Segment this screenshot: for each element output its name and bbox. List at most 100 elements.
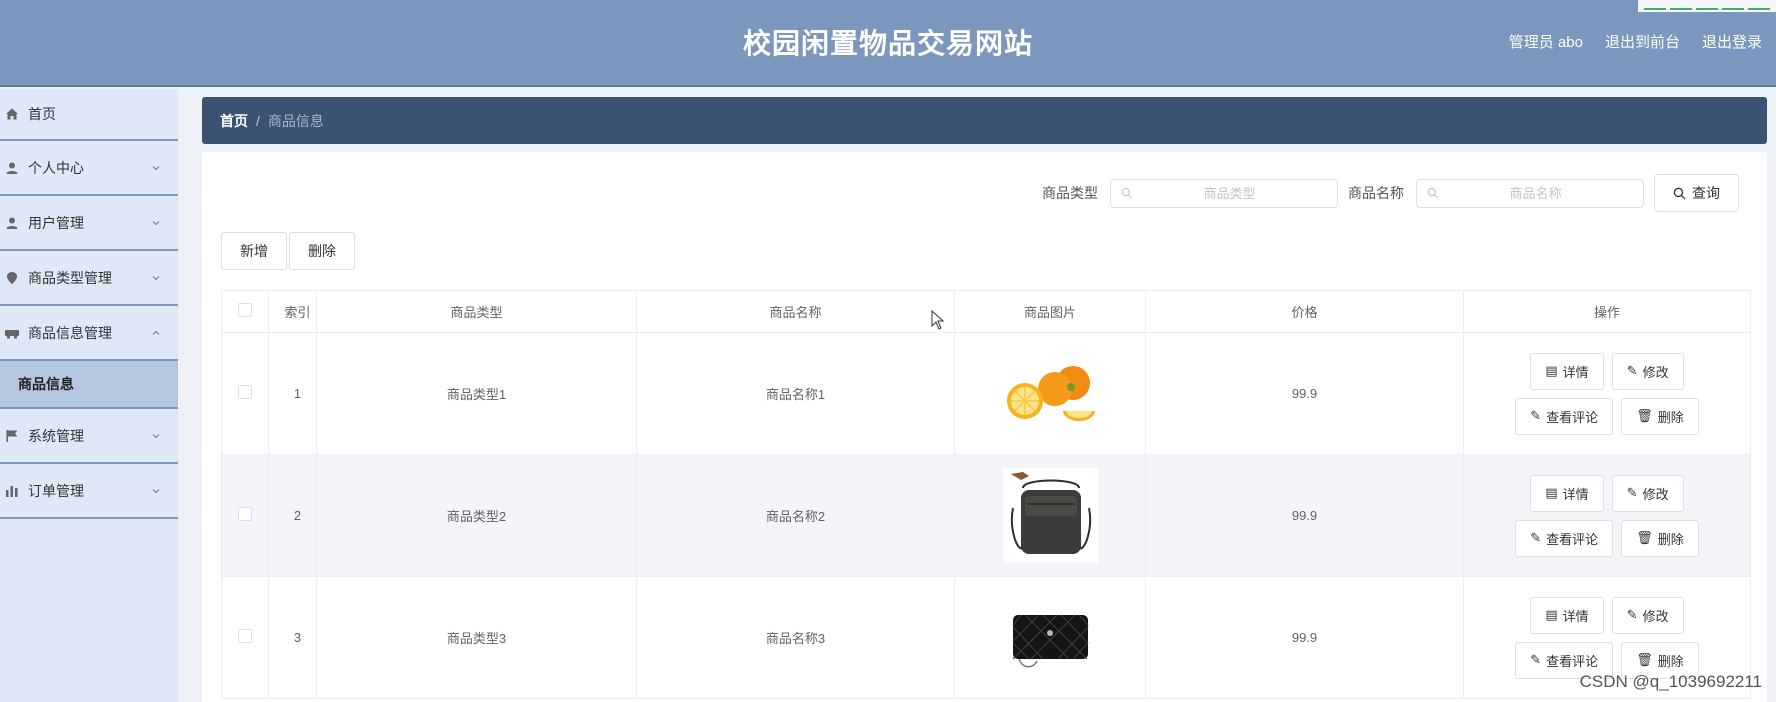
search-bar: 商品类型 商品名称 查询 [1042,174,1739,212]
product-image-quilted-handbag[interactable] [1002,590,1098,685]
row-select-cell [221,332,269,455]
row-price: 99.9 [1145,576,1464,699]
select-all-checkbox[interactable] [238,303,252,317]
product-image-oranges[interactable] [1002,346,1098,441]
sidebar-item-label: 商品类型管理 [28,269,112,286]
main-panel: 商品类型 商品名称 查询 新增 删除 索引 商品类型 商品名称 商 [202,152,1767,702]
type-filter-field [1110,178,1338,208]
row-checkbox[interactable] [238,385,252,399]
row-price: 99.9 [1145,332,1464,455]
tool-icon[interactable] [1644,0,1666,10]
edit-button-label: 修改 [1642,486,1669,502]
table-row: 1 商品类型1 商品名称1 99.9 ▤ 详情 ✎ 修改 ✎ 查看评论 🗑 删除 [221,332,1751,455]
chevron-down-icon [152,433,160,438]
row-image-cell [954,332,1146,455]
row-index: 3 [268,576,317,699]
sidebar-item-label: 商品信息管理 [28,324,112,341]
edit-button[interactable]: ✎ 修改 [1611,596,1684,634]
row-type: 商品类型2 [316,454,637,577]
row-type: 商品类型1 [316,332,637,455]
tool-icon[interactable] [1748,0,1770,10]
sidebar-item-order-management[interactable]: 订单管理 [0,464,178,519]
tool-icon[interactable] [1670,0,1692,10]
breadcrumb: 首页 / 商品信息 [202,97,1767,144]
pin-icon [4,270,20,286]
row-index: 2 [268,454,317,577]
row-actions: ▤ 详情 ✎ 修改 ✎ 查看评论 🗑 删除 [1463,332,1751,455]
detail-button[interactable]: ▤ 详情 [1530,596,1604,634]
watermark: CSDN @q_1039692211 [1579,672,1762,691]
sidebar: 首页 个人中心 用户管理 商品类型管理 商品信息管理 商品信息 系统管理 订单管… [0,89,178,702]
tool-icon[interactable] [1722,0,1744,10]
bulk-delete-button[interactable]: 删除 [289,232,355,270]
row-name: 商品名称1 [636,332,955,455]
row-name: 商品名称2 [636,454,955,577]
row-actions: ▤ 详情 ✎ 修改 ✎ 查看评论 🗑 删除 [1463,454,1751,577]
row-image-cell [954,576,1146,699]
search-icon [1121,187,1132,199]
column-header: 商品图片 [954,290,1146,333]
breadcrumb-home[interactable]: 首页 [220,111,248,131]
breadcrumb-current: 商品信息 [267,112,324,129]
trash-icon: 🗑 [1636,408,1653,423]
sidebar-item-user-management[interactable]: 用户管理 [0,196,178,251]
view-comments-button[interactable]: ✎ 查看评论 [1515,397,1614,435]
chevron-down-icon [152,220,160,225]
toolbar: 新增 删除 [221,232,355,270]
row-select-cell [221,454,269,577]
edit-button[interactable]: ✎ 修改 [1611,352,1684,390]
column-header: 商品类型 [316,290,637,333]
row-index: 1 [268,332,317,455]
view-comments-button-label: 查看评论 [1546,531,1599,547]
chevron-up-icon [152,330,160,335]
name-filter-input[interactable] [1438,185,1633,201]
window-controls [1638,0,1776,12]
mouse-cursor-icon [931,310,945,330]
table-header-row: 索引 商品类型 商品名称 商品图片 价格 操作 [221,290,1751,333]
delete-button[interactable]: 🗑 删除 [1621,519,1699,557]
detail-button[interactable]: ▤ 详情 [1530,352,1604,390]
sidebar-subitem-product-info[interactable]: 商品信息 [0,361,178,409]
top-header: 校园闲置物品交易网站 管理员 abo 退出到前台 退出登录 [0,0,1776,87]
column-header: 操作 [1463,290,1751,333]
row-checkbox[interactable] [238,629,252,643]
back-to-front-link[interactable]: 退出到前台 [1605,31,1680,52]
select-all-cell [221,290,269,333]
delete-button-label: 删除 [1657,653,1684,669]
detail-button-label: 详情 [1562,364,1589,380]
detail-button[interactable]: ▤ 详情 [1530,474,1604,512]
header-nav: 管理员 abo 退出到前台 退出登录 [1509,31,1762,52]
product-image-shoulder-bag[interactable] [1002,468,1098,563]
column-header: 商品名称 [636,290,955,333]
pencil-icon: ✎ [1530,652,1542,667]
row-checkbox[interactable] [238,507,252,521]
view-comments-button-label: 查看评论 [1546,653,1599,669]
row-price: 99.9 [1145,454,1464,577]
edit-button[interactable]: ✎ 修改 [1611,474,1684,512]
sidebar-item-personal-center[interactable]: 个人中心 [0,141,178,196]
sidebar-item-label: 首页 [28,106,56,122]
sidebar-item-system-management[interactable]: 系统管理 [0,409,178,464]
sidebar-item-home[interactable]: 首页 [0,89,178,141]
logout-link[interactable]: 退出登录 [1702,31,1762,52]
document-icon: ▤ [1545,485,1558,500]
name-filter-label: 商品名称 [1348,185,1404,201]
view-comments-button[interactable]: ✎ 查看评论 [1515,519,1614,557]
admin-user-label[interactable]: 管理员 abo [1509,31,1583,52]
sidebar-item-product-management[interactable]: 商品信息管理 [0,306,178,361]
type-filter-input[interactable] [1132,185,1327,201]
chart-icon [4,483,20,499]
row-select-cell [221,576,269,699]
add-button[interactable]: 新增 [221,232,287,270]
detail-button-label: 详情 [1562,608,1589,624]
sidebar-item-category-management[interactable]: 商品类型管理 [0,251,178,306]
detail-button-label: 详情 [1562,486,1589,502]
view-comments-button-label: 查看评论 [1546,409,1599,425]
user-icon [4,215,20,231]
query-button-label: 查询 [1692,185,1720,201]
document-icon: ▤ [1545,607,1558,622]
document-icon: ▤ [1545,363,1558,378]
query-button[interactable]: 查询 [1654,174,1739,212]
tool-icon[interactable] [1696,0,1718,10]
delete-button[interactable]: 🗑 删除 [1621,397,1699,435]
